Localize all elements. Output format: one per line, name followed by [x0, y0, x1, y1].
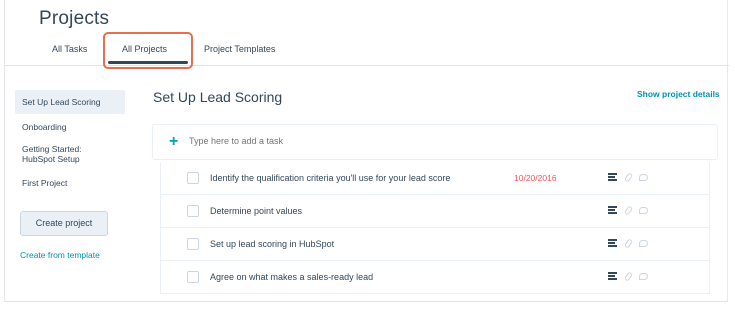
comment-icon[interactable] — [638, 207, 648, 214]
task-checkbox[interactable] — [187, 205, 199, 217]
comment-icon[interactable] — [638, 174, 648, 181]
comment-icon[interactable] — [638, 273, 648, 280]
tab-bar: All Tasks All Projects Project Templates — [5, 32, 729, 69]
task-row: Determine point values — [161, 195, 709, 228]
sidebar-item-first-project[interactable]: First Project — [15, 173, 125, 193]
task-text[interactable]: Determine point values — [210, 206, 302, 216]
sidebar-item-onboarding[interactable]: Onboarding — [15, 117, 125, 137]
task-icons — [608, 172, 651, 191]
active-tab-underline — [108, 61, 188, 64]
notes-icon[interactable] — [608, 239, 617, 248]
attachment-icon[interactable] — [624, 271, 634, 282]
plus-icon[interactable]: + — [169, 134, 178, 150]
task-icons — [608, 271, 651, 290]
attachment-icon[interactable] — [624, 172, 634, 183]
task-list: Identify the qualification criteria you'… — [160, 162, 710, 294]
task-text[interactable]: Set up lead scoring in HubSpot — [210, 239, 334, 249]
sidebar-item-set-up-lead-scoring[interactable]: Set Up Lead Scoring — [15, 90, 125, 114]
tab-all-projects[interactable]: All Projects — [122, 44, 167, 54]
create-project-button[interactable]: Create project — [20, 211, 108, 236]
task-due-date: 10/20/2016 — [514, 173, 557, 183]
task-row: Identify the qualification criteria you'… — [161, 162, 709, 195]
add-task-bar[interactable]: + — [152, 124, 718, 160]
app-frame: Projects All Tasks All Projects Project … — [4, 0, 729, 302]
add-task-input[interactable] — [189, 136, 589, 146]
sidebar-item-getting-started[interactable]: Getting Started: HubSpot Setup — [15, 139, 115, 169]
task-row: Set up lead scoring in HubSpot — [161, 228, 709, 261]
task-icons — [608, 238, 651, 257]
page-title: Projects — [39, 8, 110, 29]
task-text[interactable]: Identify the qualification criteria you'… — [210, 173, 450, 183]
project-title: Set Up Lead Scoring — [153, 89, 283, 105]
attachment-icon[interactable] — [624, 205, 634, 216]
task-checkbox[interactable] — [187, 271, 199, 283]
notes-icon[interactable] — [608, 173, 617, 182]
task-checkbox[interactable] — [187, 172, 199, 184]
attachment-icon[interactable] — [624, 238, 634, 249]
comment-icon[interactable] — [638, 240, 648, 247]
show-project-details-link[interactable]: Show project details — [637, 89, 720, 99]
notes-icon[interactable] — [608, 206, 617, 215]
create-from-template-link[interactable]: Create from template — [20, 250, 100, 260]
task-icons — [608, 205, 651, 224]
tab-all-tasks[interactable]: All Tasks — [52, 44, 87, 54]
task-text[interactable]: Agree on what makes a sales-ready lead — [210, 272, 373, 282]
project-sidebar: Set Up Lead Scoring Onboarding Getting S… — [15, 90, 125, 260]
tab-project-templates[interactable]: Project Templates — [204, 44, 275, 54]
task-checkbox[interactable] — [187, 238, 199, 250]
task-row: Agree on what makes a sales-ready lead — [161, 261, 709, 294]
notes-icon[interactable] — [608, 272, 617, 281]
